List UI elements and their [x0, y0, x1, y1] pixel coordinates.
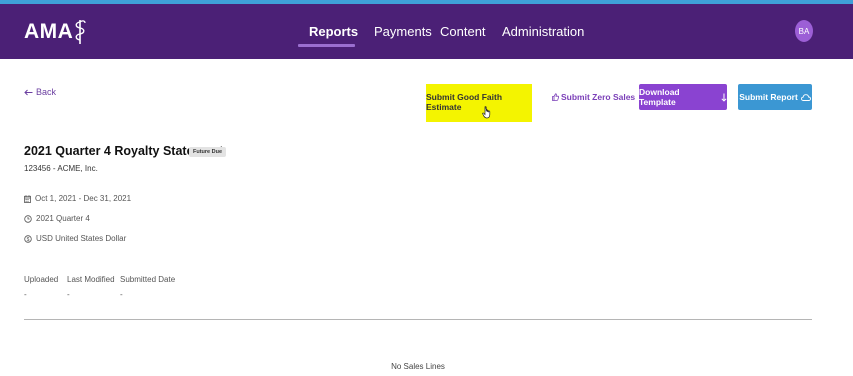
nav-payments[interactable]: Payments — [374, 24, 432, 39]
empty-sales-lines: No Sales Lines — [391, 362, 445, 371]
top-navbar: AMA Reports Payments Content Administrat… — [0, 4, 853, 59]
period: 2021 Quarter 4 — [36, 214, 90, 223]
hand-cursor-icon — [482, 106, 491, 119]
user-avatar[interactable]: BA — [795, 20, 813, 42]
nav-content[interactable]: Content — [440, 24, 486, 39]
clock-icon — [24, 214, 32, 223]
uploaded-value: - — [24, 290, 27, 299]
uploaded-header: Uploaded — [24, 275, 59, 284]
submit-report-button[interactable]: Submit Report — [738, 84, 812, 110]
currency-row: $ USD United States Dollar — [24, 234, 126, 243]
logo-text: AMA — [24, 20, 74, 43]
ama-logo[interactable]: AMA — [24, 18, 86, 46]
nav-administration[interactable]: Administration — [502, 24, 584, 39]
nav-reports[interactable]: Reports — [309, 24, 358, 39]
currency: USD United States Dollar — [36, 234, 127, 243]
back-label: Back — [36, 87, 57, 97]
last-modified-header: Last Modified — [67, 275, 115, 284]
date-range-row: Oct 1, 2021 - Dec 31, 2021 — [24, 194, 131, 203]
submit-label: Submit Report — [739, 92, 798, 102]
submitted-date-value: - — [120, 290, 123, 299]
arrow-down-icon — [721, 93, 727, 102]
submit-good-faith-estimate-button[interactable]: Submit Good Faith Estimate — [426, 84, 532, 122]
cloud-upload-icon — [800, 93, 811, 101]
download-label: Download Template — [639, 87, 680, 107]
calendar-icon — [24, 194, 31, 203]
caduceus-icon — [75, 20, 86, 44]
last-modified-value: - — [67, 290, 70, 299]
good-faith-label: Submit Good Faith Estimate — [426, 92, 503, 112]
arrow-left-icon — [24, 89, 33, 95]
licensee-name: 123456 - ACME, Inc. — [24, 164, 98, 173]
back-link[interactable]: Back — [24, 87, 56, 97]
section-divider — [24, 319, 812, 320]
thumbs-up-icon — [552, 93, 559, 101]
currency-icon: $ — [24, 234, 32, 242]
date-range: Oct 1, 2021 - Dec 31, 2021 — [35, 194, 132, 203]
status-badge: Future Due — [189, 147, 227, 157]
submit-zero-sales-link[interactable]: Submit Zero Sales — [552, 92, 635, 102]
period-row: 2021 Quarter 4 — [24, 214, 90, 223]
zero-sales-label: Submit Zero Sales — [561, 92, 636, 102]
active-tab-indicator — [298, 44, 355, 47]
download-template-button[interactable]: Download Template — [639, 84, 727, 110]
svg-text:$: $ — [27, 236, 30, 242]
submitted-date-header: Submitted Date — [120, 275, 176, 284]
